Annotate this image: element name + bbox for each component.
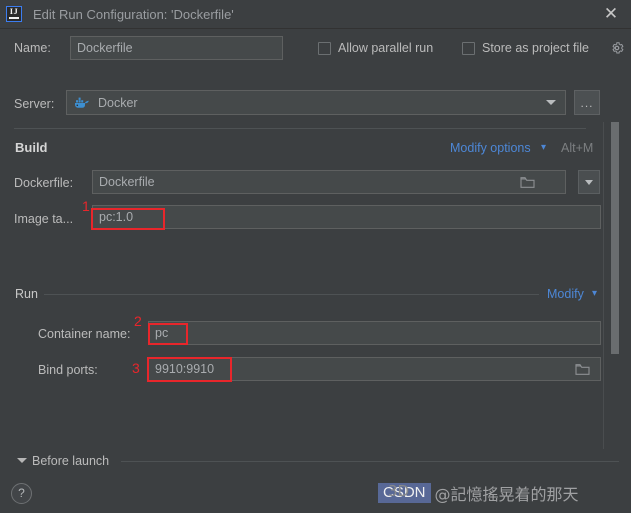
build-section-title: Build: [15, 140, 48, 155]
name-input-value: Dockerfile: [77, 41, 133, 55]
dockerfile-dropdown-button[interactable]: [578, 170, 600, 194]
before-launch-label[interactable]: Before launch: [32, 454, 109, 468]
container-name-input[interactable]: pc: [148, 321, 601, 345]
run-section-title: Run: [15, 287, 38, 301]
name-label: Name:: [14, 41, 51, 55]
chevron-down-icon[interactable]: [546, 100, 556, 105]
annotation-number-1: 1: [82, 198, 90, 214]
store-as-project-file-label: Store as project file: [482, 41, 589, 55]
server-value: Docker: [98, 95, 138, 110]
intellij-logo-text: IJ: [9, 6, 19, 16]
folder-icon[interactable]: [520, 176, 535, 189]
modify-options-link[interactable]: Modify options: [450, 141, 531, 155]
server-more-button[interactable]: ...: [574, 90, 600, 115]
allow-parallel-run-checkbox[interactable]: Allow parallel run: [318, 41, 433, 55]
dockerfile-input[interactable]: Dockerfile: [92, 170, 566, 194]
intellij-logo-underline: [9, 17, 19, 19]
build-section-divider: [14, 128, 586, 129]
server-combobox[interactable]: Docker: [66, 90, 566, 115]
bind-ports-value: 9910:9910: [155, 362, 215, 376]
bind-ports-input[interactable]: 9910:9910: [148, 357, 601, 381]
window-title: Edit Run Configuration: 'Dockerfile': [33, 6, 234, 22]
server-label: Server:: [14, 97, 55, 111]
csdn-overlay-text: 3D: [388, 482, 410, 500]
gear-icon[interactable]: [610, 41, 624, 55]
csdn-username: @記憶搖晃着的那天: [434, 485, 579, 504]
annotation-number-2: 2: [134, 313, 142, 329]
allow-parallel-run-label: Allow parallel run: [338, 41, 434, 55]
run-modify-link[interactable]: Modify: [547, 287, 584, 301]
chevron-down-icon: [585, 180, 593, 185]
intellij-idea-icon: IJ: [6, 6, 22, 22]
image-tag-input[interactable]: pc:1.0: [92, 205, 601, 229]
container-name-label: Container name:: [38, 327, 131, 341]
chevron-down-icon[interactable]: ▾: [541, 142, 546, 153]
before-launch-divider: [121, 461, 619, 462]
chevron-down-icon[interactable]: ▾: [592, 288, 597, 299]
modify-options-shortcut: Alt+M: [561, 141, 594, 155]
image-tag-label: Image ta...: [14, 212, 74, 226]
title-bar: IJ Edit Run Configuration: 'Dockerfile' …: [0, 0, 631, 29]
run-section-divider: [44, 294, 539, 295]
checkbox-box: [462, 41, 475, 55]
folder-icon[interactable]: [575, 363, 590, 376]
help-icon[interactable]: ?: [11, 483, 32, 504]
dockerfile-value: Dockerfile: [99, 175, 155, 189]
docker-whale-icon: [74, 96, 91, 109]
image-tag-value: pc:1.0: [99, 210, 134, 224]
bind-ports-label: Bind ports:: [38, 363, 98, 377]
store-as-project-file-checkbox[interactable]: Store as project file: [462, 41, 589, 55]
name-input[interactable]: Dockerfile: [70, 36, 283, 60]
scroll-panel-edge: [603, 122, 604, 449]
annotation-number-3: 3: [132, 360, 140, 376]
triangle-down-icon[interactable]: [17, 458, 27, 463]
close-icon[interactable]: ✕: [601, 5, 621, 25]
dockerfile-label: Dockerfile:: [14, 176, 74, 190]
edit-run-configuration-dialog: IJ Edit Run Configuration: 'Dockerfile' …: [0, 0, 631, 513]
container-name-value: pc: [155, 326, 169, 340]
csdn-watermark: CSDN @記憶搖晃着的那天 3D: [378, 481, 579, 505]
scrollbar-thumb[interactable]: [611, 122, 619, 354]
checkbox-box: [318, 41, 331, 55]
